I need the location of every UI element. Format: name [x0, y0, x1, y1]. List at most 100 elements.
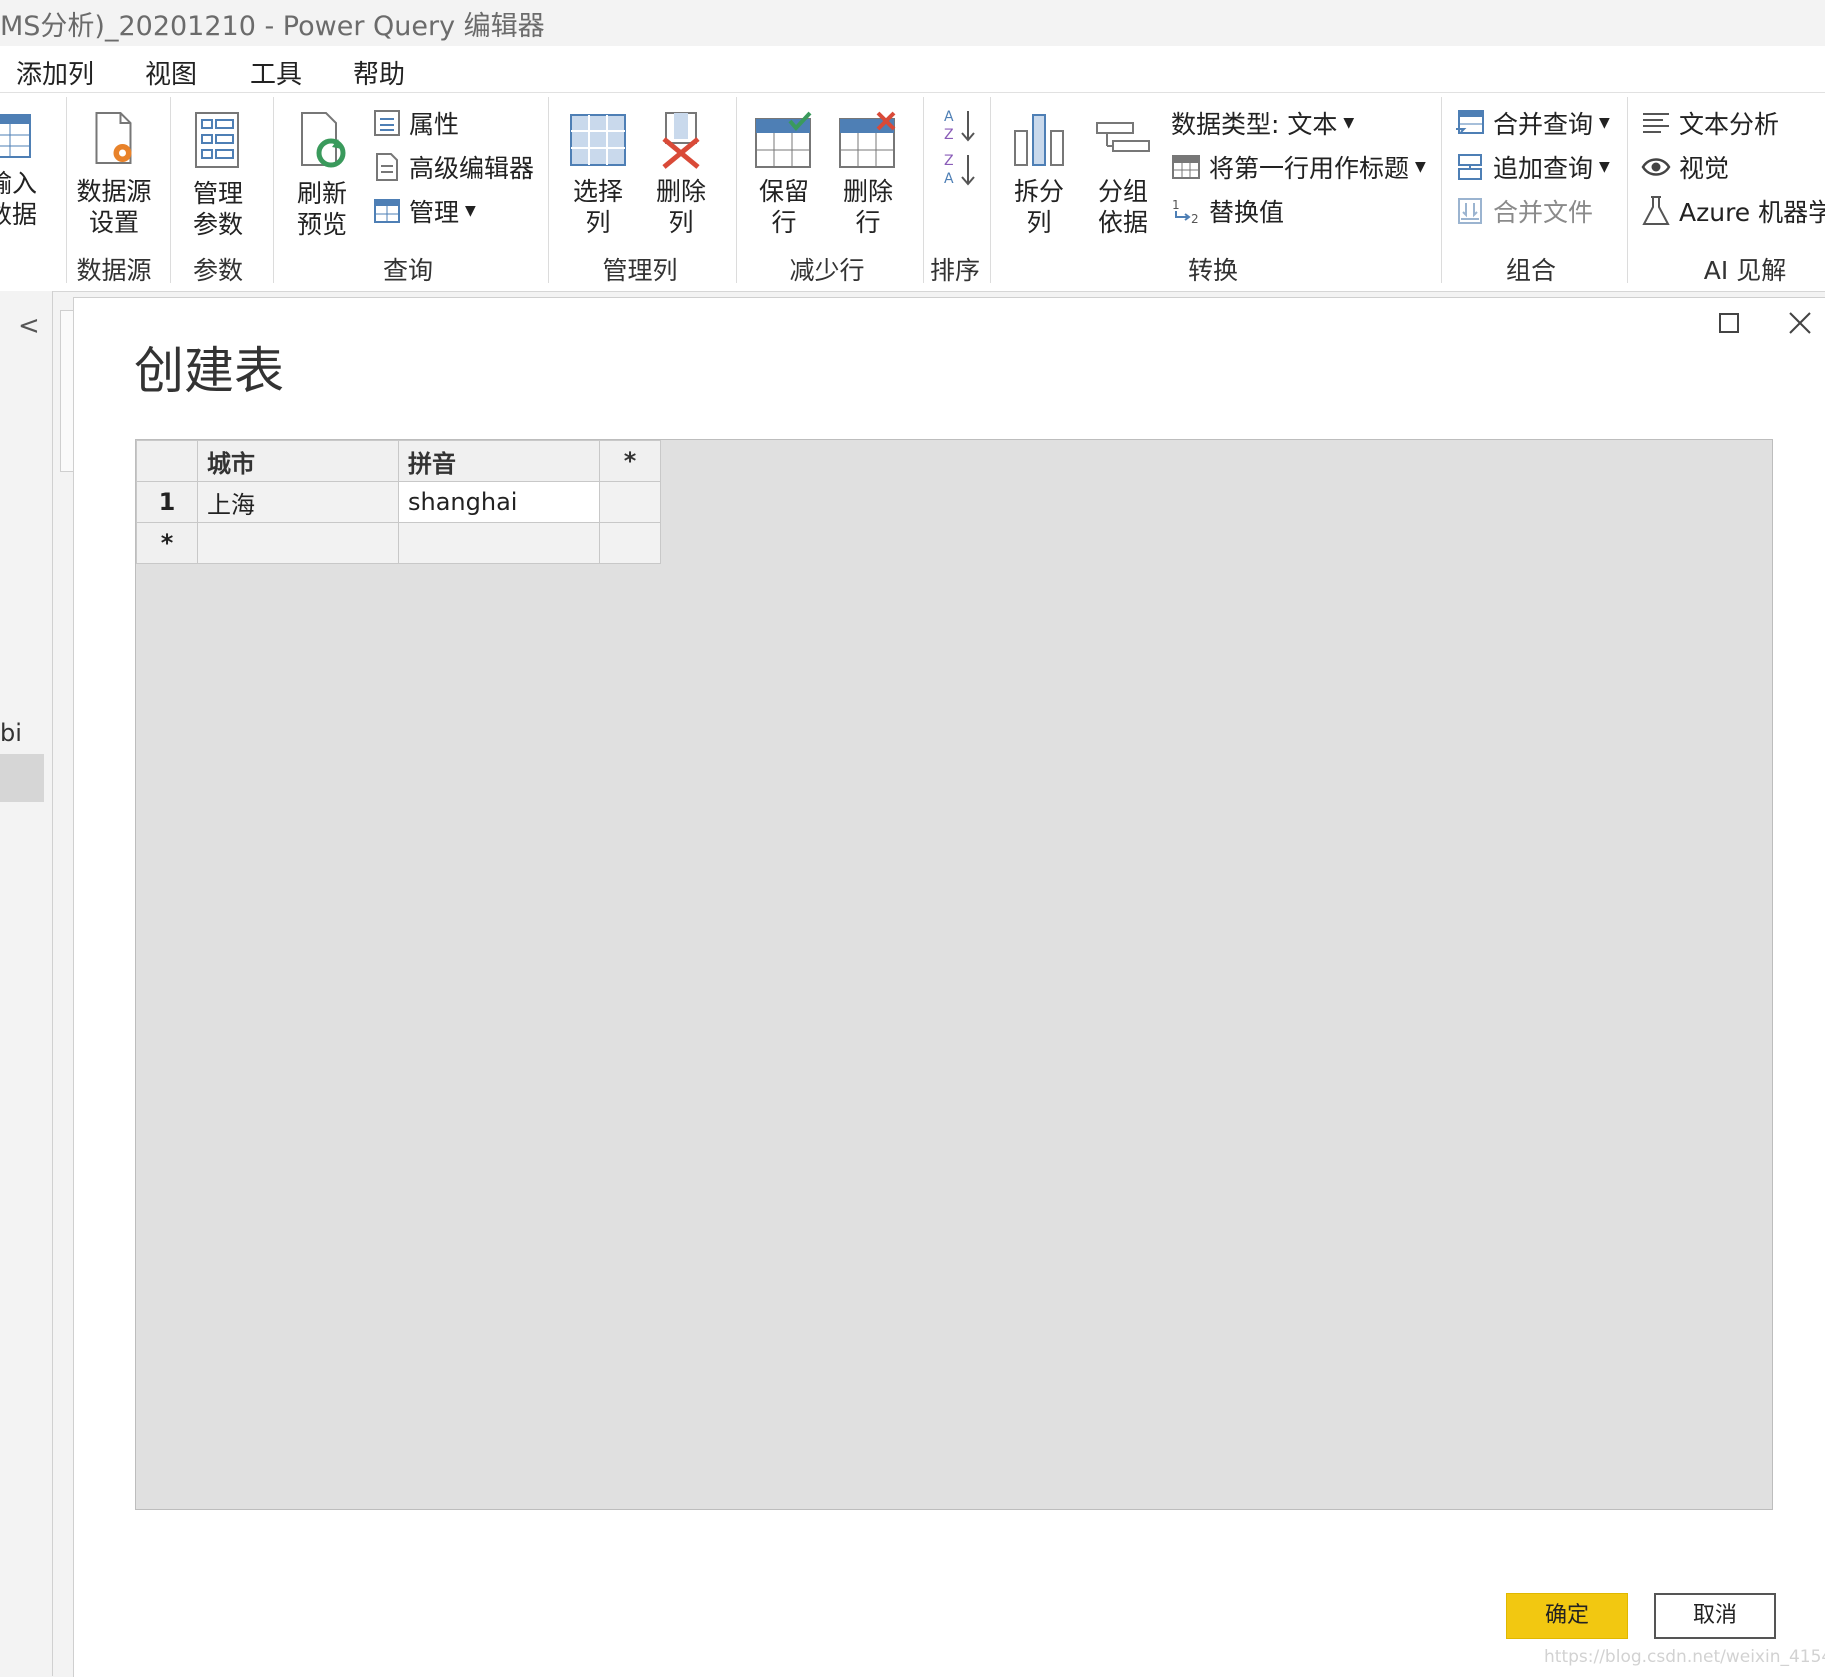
table-cell[interactable] [599, 481, 661, 523]
header-row: 城市 拼音 * [136, 440, 661, 482]
remove-columns-label: 删除 列 [655, 177, 707, 237]
sort-ascending-icon: AZ [944, 109, 975, 143]
column-header-city[interactable]: 城市 [197, 440, 399, 482]
flask-icon [1642, 196, 1670, 225]
dialog-title: 创建表 [134, 342, 284, 400]
collapse-chevron-left-icon[interactable]: < [18, 311, 40, 341]
input-data-label: 输入 数据 [0, 169, 38, 229]
manage-parameters-label: 管理 参数 [192, 179, 244, 239]
merge-queries-button[interactable]: 合并查询 ▼ [1455, 105, 1610, 141]
append-queries-icon [1458, 154, 1482, 180]
cancel-button[interactable]: 取消 [1654, 1593, 1776, 1639]
datasource-settings-button[interactable]: 数据源 设置 [76, 111, 152, 238]
query-item-label: bi [0, 719, 22, 747]
choose-columns-button[interactable]: 选择 列 [569, 111, 627, 238]
choose-columns-icon [570, 114, 626, 166]
chevron-down-icon: ▼ [1599, 159, 1610, 175]
sort-descending-button[interactable]: ZA [942, 151, 976, 191]
combine-files-button[interactable]: 合并文件 [1455, 193, 1593, 229]
corner-cell [136, 440, 198, 482]
append-queries-button[interactable]: 追加查询 ▼ [1455, 149, 1610, 185]
new-row: * [136, 522, 661, 564]
chevron-down-icon: ▼ [1415, 159, 1426, 175]
advanced-editor-label: 高级编辑器 [409, 154, 535, 183]
maximize-button[interactable] [1718, 312, 1740, 338]
manage-parameters-button[interactable]: 管理 参数 [193, 111, 243, 240]
menu-add-column[interactable]: 添加列 [16, 54, 94, 91]
group-label-query: 查询 [382, 256, 434, 285]
advanced-editor-icon [376, 153, 398, 181]
combine-files-icon [1458, 198, 1482, 224]
split-column-label: 拆分 列 [1013, 177, 1064, 237]
create-table-dialog: 创建表 城市 拼音 * 1 上海 shanghai * 确定 取消 https:… [73, 297, 1825, 1677]
menu-help[interactable]: 帮助 [353, 54, 405, 91]
group-label-manage-columns: 管理列 [602, 256, 678, 285]
refresh-icon [301, 112, 346, 168]
data-type-dropdown[interactable]: 数据类型: 文本 ▼ [1171, 105, 1354, 141]
remove-rows-button[interactable]: 删除 行 [838, 111, 898, 238]
split-column-button[interactable]: 拆分 列 [1009, 111, 1069, 238]
group-label-parameters: 参数 [192, 256, 244, 285]
group-label-transform: 转换 [1187, 256, 1239, 285]
replace-values-button[interactable]: 12 替换值 [1171, 193, 1284, 229]
keep-rows-button[interactable]: 保留 行 [754, 111, 814, 238]
advanced-editor-button[interactable]: 高级编辑器 [373, 149, 534, 185]
group-label-sort: 排序 [929, 256, 981, 285]
menu-tools[interactable]: 工具 [250, 54, 302, 91]
refresh-preview-label: 刷新 预览 [296, 179, 347, 239]
use-first-row-button[interactable]: 将第一行用作标题 ▼ [1171, 149, 1426, 185]
new-row-marker[interactable]: * [136, 522, 198, 564]
group-by-button[interactable]: 分组 依据 [1093, 111, 1153, 238]
merge-queries-icon [1456, 110, 1484, 134]
add-column-header[interactable]: * [599, 440, 661, 482]
query-item-selected[interactable] [0, 754, 44, 802]
text-analytics-label: 文本分析 [1679, 110, 1780, 139]
data-type-label: 数据类型: 文本 [1171, 110, 1338, 139]
close-button[interactable] [1788, 311, 1812, 339]
text-lines-icon [1643, 113, 1669, 133]
sort-ascending-button[interactable]: AZ [942, 107, 976, 147]
group-by-icon [1096, 122, 1150, 152]
keep-rows-icon [755, 111, 812, 168]
menu-view[interactable]: 视图 [145, 54, 197, 91]
group-label-ai-insights: AI 见解 [1703, 256, 1787, 285]
choose-columns-label: 选择 列 [572, 177, 623, 237]
table-editor-area[interactable]: 城市 拼音 * 1 上海 shanghai * [135, 439, 1773, 1510]
table-cell[interactable] [197, 522, 399, 564]
replace-values-icon: 12 [1172, 198, 1199, 225]
remove-rows-icon [839, 111, 896, 168]
table-cell[interactable]: shanghai [398, 481, 600, 523]
datasource-settings-label: 数据源 设置 [76, 177, 152, 237]
table-cell[interactable]: 上海 [197, 481, 399, 523]
svg-text:A: A [944, 171, 954, 187]
vision-label: 视觉 [1679, 154, 1730, 183]
menu-bar: 添加列 视图 工具 帮助 [0, 46, 1825, 92]
properties-icon [374, 110, 400, 136]
table-cell[interactable] [599, 522, 661, 564]
remove-columns-button[interactable]: 删除 列 [656, 111, 706, 238]
svg-text:Z: Z [944, 127, 954, 143]
append-queries-label: 追加查询 [1493, 154, 1594, 183]
table-cell[interactable] [398, 522, 600, 564]
use-first-row-label: 将第一行用作标题 [1209, 154, 1410, 183]
text-analytics-button[interactable]: 文本分析 [1641, 105, 1779, 141]
manage-button[interactable]: 管理 ▼ [373, 193, 476, 229]
group-label-combine: 组合 [1505, 256, 1557, 285]
svg-text:2: 2 [1191, 212, 1199, 225]
group-label-reduce-rows: 减少行 [789, 256, 865, 285]
input-data-button[interactable]: 输入 数据 [0, 113, 37, 230]
azure-ml-button[interactable]: Azure 机器学习 [1641, 193, 1825, 229]
first-row-header-icon [1172, 155, 1200, 179]
eye-icon [1641, 158, 1671, 176]
replace-values-label: 替换值 [1209, 198, 1285, 227]
queries-pane: < bi [0, 291, 53, 1676]
refresh-preview-button[interactable]: 刷新 预览 [294, 111, 350, 240]
ok-button[interactable]: 确定 [1506, 1593, 1628, 1639]
parameters-icon [194, 112, 239, 168]
svg-text:1: 1 [1172, 198, 1180, 212]
properties-button[interactable]: 属性 [373, 105, 459, 141]
window-title: MS分析)_20201210 - Power Query 编辑器 [0, 11, 545, 42]
vision-button[interactable]: 视觉 [1641, 149, 1729, 185]
column-header-pinyin[interactable]: 拼音 [398, 440, 600, 482]
close-icon [1789, 312, 1811, 334]
